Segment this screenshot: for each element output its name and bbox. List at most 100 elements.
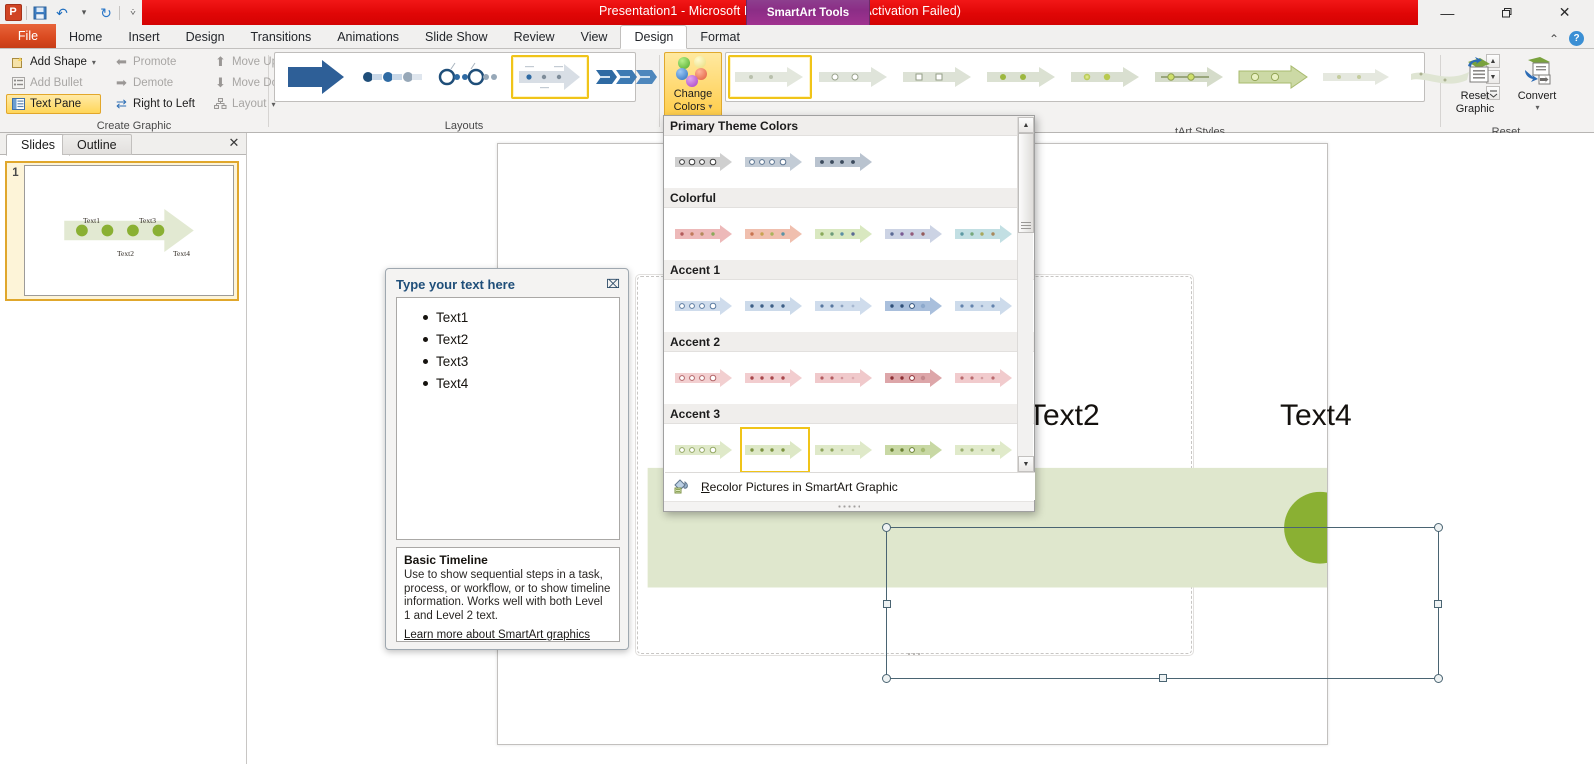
recolor-pictures-menu-item[interactable]: Recolor Pictures in SmartArt Graphic: [665, 472, 1035, 500]
smartart-label-text4[interactable]: Text4: [1280, 399, 1352, 433]
text-pane-list-item[interactable]: Text4: [403, 372, 613, 394]
learn-more-link[interactable]: Learn more about SmartArt graphics: [404, 629, 590, 641]
slide-thumbnail-preview[interactable]: Text1 Text2 Text3 Text4: [24, 165, 234, 296]
color-swatch-accent1-4[interactable]: [950, 283, 1020, 329]
style-option-2[interactable]: [896, 55, 980, 99]
style-option-4[interactable]: [1064, 55, 1148, 99]
text-pane-editor[interactable]: Text1 Text2 Text3 Text4: [396, 297, 620, 540]
color-swatch-accent3-0[interactable]: [670, 427, 740, 473]
color-gallery-scrollbar[interactable]: ▲ ▼: [1017, 117, 1034, 472]
tab-file[interactable]: File: [0, 24, 56, 48]
layouts-gallery[interactable]: ▲ ▼: [274, 52, 683, 102]
text-pane-close-icon[interactable]: ⌧: [606, 277, 620, 291]
tab-review[interactable]: Review: [501, 25, 568, 48]
help-icon[interactable]: ?: [1569, 31, 1584, 46]
dropdown-resize-grip[interactable]: [664, 501, 1034, 511]
color-swatch-accent2-4[interactable]: [950, 355, 1020, 401]
text-pane-item-label: Text2: [436, 331, 469, 347]
powerpoint-logo-icon[interactable]: P: [4, 4, 22, 22]
save-icon[interactable]: [31, 4, 49, 22]
tab-outline[interactable]: Outline: [62, 134, 132, 155]
close-slides-panel-button[interactable]: ✕: [226, 135, 242, 151]
color-swatch-accent3-1-selected[interactable]: [740, 427, 810, 473]
color-swatch-primary-2[interactable]: [810, 139, 880, 185]
change-colors-dropdown-icon[interactable]: ▾: [708, 102, 712, 111]
close-button[interactable]: ✕: [1542, 2, 1588, 23]
redo-icon[interactable]: ↻: [97, 4, 115, 22]
selection-handle-middle-left[interactable]: [883, 600, 891, 608]
minimize-button[interactable]: —: [1424, 2, 1470, 23]
color-swatch-accent2-3[interactable]: [880, 355, 950, 401]
smartart-label-text2[interactable]: Text2: [1028, 399, 1100, 433]
tab-slide-show[interactable]: Slide Show: [412, 25, 501, 48]
tab-slides[interactable]: Slides: [6, 134, 71, 156]
collapse-ribbon-icon[interactable]: ⌃: [1549, 32, 1559, 46]
color-swatch-colorful-1[interactable]: [740, 211, 810, 257]
layout-option-2[interactable]: [433, 55, 511, 99]
slide-thumbnail-item[interactable]: 1 Text1 Text2 Text3 Text4: [5, 161, 239, 301]
tab-smartart-format[interactable]: Format: [687, 25, 753, 48]
color-swatch-accent2-2[interactable]: [810, 355, 880, 401]
color-swatch-accent3-4[interactable]: [950, 427, 1020, 473]
color-swatch-accent1-3[interactable]: [880, 283, 950, 329]
text-pane-list-item[interactable]: Text3: [403, 350, 613, 372]
style-option-3[interactable]: [980, 55, 1064, 99]
color-swatch-accent2-0[interactable]: [670, 355, 740, 401]
customize-qat-icon[interactable]: ⩒: [124, 4, 142, 22]
selection-handle-top-right[interactable]: [1434, 523, 1443, 532]
tab-smartart-design[interactable]: Design: [620, 25, 688, 49]
selection-handle-bottom-center[interactable]: [1159, 674, 1167, 682]
selection-handle-top-left[interactable]: [882, 523, 891, 532]
text-pane-button[interactable]: Text Pane: [6, 94, 101, 114]
text-pane-list-item[interactable]: Text2: [403, 328, 613, 350]
reset-graphic-button[interactable]: Reset Graphic: [1446, 52, 1504, 126]
layout-option-1[interactable]: [355, 55, 433, 99]
tab-animations[interactable]: Animations: [324, 25, 412, 48]
color-swatch-accent3-2[interactable]: [810, 427, 880, 473]
convert-button[interactable]: Convert ▾: [1508, 52, 1566, 126]
change-colors-dropdown[interactable]: Primary Theme Colors Colorful Accent 1 A…: [663, 115, 1035, 512]
layout-option-4[interactable]: [589, 55, 667, 99]
selection-handle-bottom-left[interactable]: [882, 674, 891, 683]
undo-dropdown-icon[interactable]: ▾: [75, 4, 93, 22]
color-swatch-primary-1[interactable]: [740, 139, 810, 185]
color-swatch-colorful-0[interactable]: [670, 211, 740, 257]
tab-design[interactable]: Design: [173, 25, 238, 48]
color-swatch-colorful-4[interactable]: [950, 211, 1020, 257]
color-swatch-accent1-0[interactable]: [670, 283, 740, 329]
color-gallery-scroll-up-button[interactable]: ▲: [1018, 117, 1034, 133]
add-shape-button[interactable]: Add Shape ▾: [6, 52, 101, 72]
color-swatch-accent3-3[interactable]: [880, 427, 950, 473]
smartart-text-pane[interactable]: Type your text here ⌧ Text1 Text2 Text3 …: [385, 268, 629, 650]
color-gallery-scrollbar-thumb[interactable]: [1018, 133, 1034, 233]
style-option-0-selected[interactable]: [728, 55, 812, 99]
layout-option-3-selected[interactable]: [511, 55, 589, 99]
color-swatch-accent1-2[interactable]: [810, 283, 880, 329]
layout-option-0[interactable]: [277, 55, 355, 99]
selection-handle-bottom-right[interactable]: [1434, 674, 1443, 683]
smartart-styles-gallery[interactable]: ▲ ▼: [725, 52, 1500, 102]
restore-button[interactable]: [1483, 2, 1529, 23]
tab-home[interactable]: Home: [56, 25, 115, 48]
tab-insert[interactable]: Insert: [115, 25, 172, 48]
color-swatch-accent2-1[interactable]: [740, 355, 810, 401]
style-option-7[interactable]: [1316, 55, 1400, 99]
color-swatch-accent1-1[interactable]: [740, 283, 810, 329]
quick-access-toolbar[interactable]: P ↶ ▾ ↻ ⩒: [0, 0, 142, 25]
smartart-selection-rectangle[interactable]: [882, 523, 1443, 683]
convert-dropdown-icon[interactable]: ▾: [1535, 103, 1539, 112]
undo-icon[interactable]: ↶: [53, 4, 71, 22]
style-option-6[interactable]: [1232, 55, 1316, 99]
selection-handle-middle-right[interactable]: [1434, 600, 1442, 608]
color-gallery-scroll-down-button[interactable]: ▼: [1018, 456, 1034, 472]
add-shape-dropdown-icon[interactable]: ▾: [92, 58, 96, 67]
style-option-5[interactable]: [1148, 55, 1232, 99]
color-swatch-primary-0[interactable]: [670, 139, 740, 185]
color-swatch-colorful-3[interactable]: [880, 211, 950, 257]
style-option-1[interactable]: [812, 55, 896, 99]
tab-transitions[interactable]: Transitions: [238, 25, 325, 48]
text-pane-list-item[interactable]: Text1: [403, 306, 613, 328]
color-swatch-colorful-2[interactable]: [810, 211, 880, 257]
tab-view[interactable]: View: [568, 25, 621, 48]
right-to-left-button[interactable]: ⇄ Right to Left: [109, 94, 200, 114]
